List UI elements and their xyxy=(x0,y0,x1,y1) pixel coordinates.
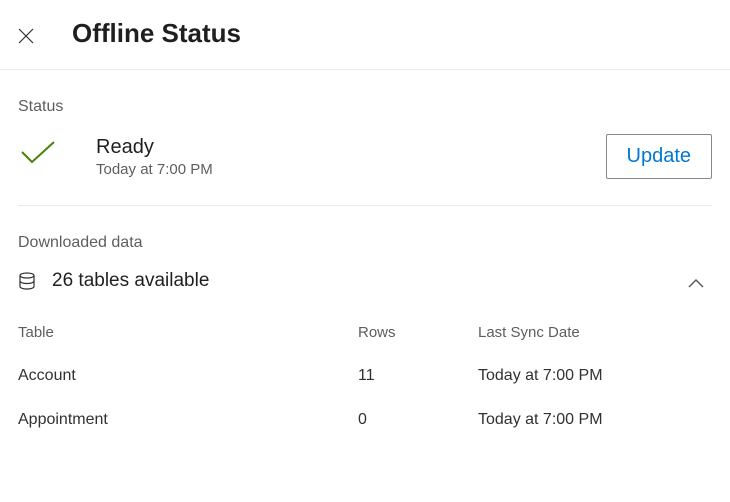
status-row: Ready Today at 7:00 PM Update xyxy=(18,134,712,206)
downloaded-section: Downloaded data 26 tables available Tabl… xyxy=(0,234,730,429)
table-row: Account 11 Today at 7:00 PM xyxy=(18,367,712,385)
cell-table-name: Appointment xyxy=(18,411,358,429)
table-header-row: Table Rows Last Sync Date xyxy=(18,324,712,341)
downloaded-section-label: Downloaded data xyxy=(18,234,712,252)
status-timestamp: Today at 7:00 PM xyxy=(96,161,213,178)
page-title: Offline Status xyxy=(72,18,241,49)
table-row: Appointment 0 Today at 7:00 PM xyxy=(18,411,712,429)
chevron-up-icon xyxy=(688,276,704,286)
update-button[interactable]: Update xyxy=(606,134,713,179)
status-state: Ready xyxy=(96,136,213,159)
header-bar: Offline Status xyxy=(0,0,730,70)
status-left: Ready Today at 7:00 PM xyxy=(18,136,213,178)
status-info: Ready Today at 7:00 PM xyxy=(96,136,213,178)
checkmark-icon xyxy=(18,140,58,164)
status-section-label: Status xyxy=(18,98,712,116)
tables-summary: 26 tables available xyxy=(52,270,209,292)
tables-header-left: 26 tables available xyxy=(18,270,209,292)
cell-row-count: 0 xyxy=(358,411,478,429)
status-section: Status Ready Today at 7:00 PM Update xyxy=(0,98,730,206)
tables-expand-toggle[interactable]: 26 tables available xyxy=(18,270,712,292)
col-header-rows: Rows xyxy=(358,324,478,341)
cell-row-count: 11 xyxy=(358,367,478,385)
col-header-last-sync: Last Sync Date xyxy=(478,324,712,341)
col-header-table: Table xyxy=(18,324,358,341)
database-icon xyxy=(18,272,36,290)
cell-last-sync: Today at 7:00 PM xyxy=(478,367,712,385)
cell-table-name: Account xyxy=(18,367,358,385)
cell-last-sync: Today at 7:00 PM xyxy=(478,411,712,429)
close-icon[interactable] xyxy=(18,28,34,44)
